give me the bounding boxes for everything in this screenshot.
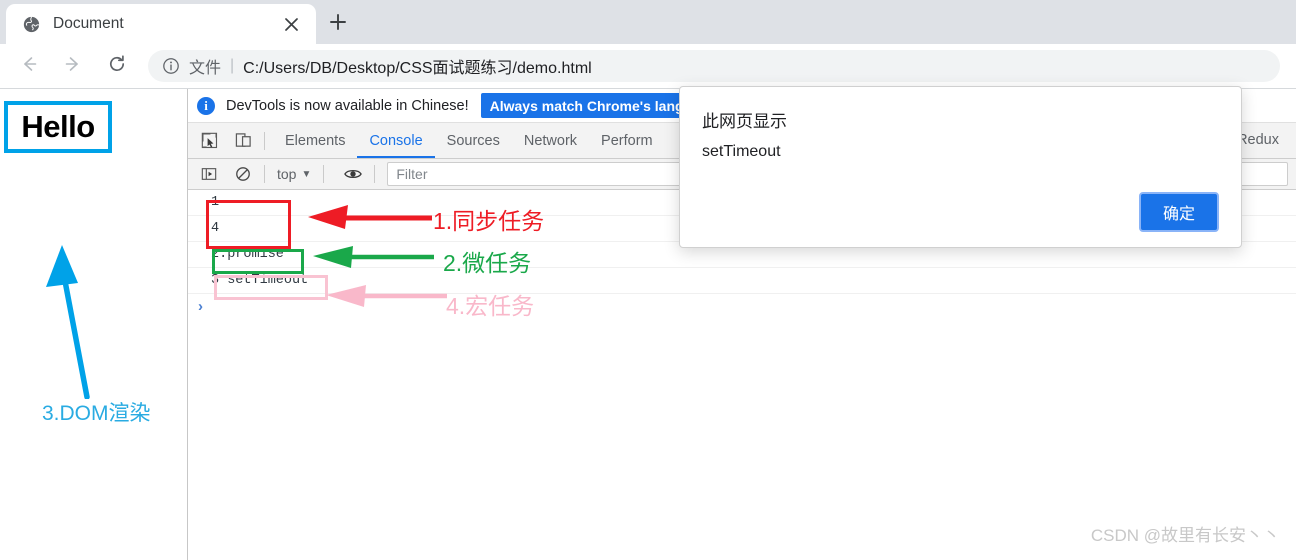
annotation-arrow-macrotask-icon xyxy=(326,282,448,313)
annotation-box-macrotask xyxy=(214,275,328,300)
plus-icon xyxy=(330,13,346,35)
toolbar-divider xyxy=(323,165,325,183)
tab-title: Document xyxy=(53,15,124,32)
dom-render-arrow-icon xyxy=(40,239,110,404)
annotation-label-sync: 1.同步任务 xyxy=(433,208,545,234)
watermark: CSDN @故里有长安丶丶 xyxy=(1090,526,1280,545)
inspect-element-icon[interactable] xyxy=(196,128,222,154)
console-sidebar-icon[interactable] xyxy=(196,161,222,187)
prompt-caret-icon: › xyxy=(198,298,203,315)
hello-text: Hello xyxy=(21,109,95,144)
console-context-selector[interactable]: top ▼ xyxy=(273,166,315,182)
tab-elements[interactable]: Elements xyxy=(273,124,357,158)
eye-icon[interactable] xyxy=(340,161,366,187)
console-context-label: top xyxy=(277,166,297,182)
reload-icon xyxy=(107,54,127,79)
arrow-left-icon xyxy=(19,54,39,79)
dom-render-annotation: 3.DOM渲染 xyxy=(42,402,151,425)
dialog-message: setTimeout xyxy=(702,143,781,160)
reload-button[interactable] xyxy=(100,49,134,83)
annotation-arrow-microtask-icon xyxy=(313,244,435,275)
browser-toolbar: 文件 | C:/Users/DB/Desktop/CSS面试题练习/demo.h… xyxy=(0,44,1296,89)
banner-text: DevTools is now available in Chinese! xyxy=(226,97,469,114)
toolbar-divider xyxy=(264,165,265,183)
info-circle-icon[interactable] xyxy=(162,57,180,75)
new-tab-button[interactable] xyxy=(322,8,354,40)
page-viewport: Hello 3.DOM渲染 xyxy=(0,89,188,560)
toolbar-divider xyxy=(264,131,265,150)
annotation-arrow-sync-icon xyxy=(308,204,433,237)
annotation-label-macrotask: 4.宏任务 xyxy=(446,293,535,319)
arrow-right-icon xyxy=(63,54,83,79)
globe-icon xyxy=(22,15,40,33)
file-scheme-label: 文件 xyxy=(189,60,222,77)
tab-strip: Document xyxy=(0,0,1296,44)
forward-button[interactable] xyxy=(56,49,90,83)
dialog-ok-button[interactable]: 确定 xyxy=(1139,192,1219,232)
clear-console-icon[interactable] xyxy=(230,161,256,187)
tab-sources[interactable]: Sources xyxy=(435,124,512,158)
address-bar-url: C:/Users/DB/Desktop/CSS面试题练习/demo.html xyxy=(243,60,592,77)
tab-console[interactable]: Console xyxy=(357,124,434,158)
annotation-label-microtask: 2.微任务 xyxy=(443,250,532,276)
browser-window: Document 文件 | C:/Users/DB/Desktop/CSS面试题… xyxy=(0,0,1296,560)
javascript-alert-dialog: 此网页显示 setTimeout 确定 xyxy=(679,86,1242,248)
hello-box: Hello xyxy=(4,101,112,153)
annotation-box-sync xyxy=(206,200,291,249)
close-icon[interactable] xyxy=(278,11,304,37)
annotation-box-microtask xyxy=(212,249,304,274)
info-circle-icon: i xyxy=(197,96,215,115)
omnibox-separator: | xyxy=(230,57,235,74)
match-chrome-language-button[interactable]: Always match Chrome's langu xyxy=(480,93,702,118)
filter-placeholder: Filter xyxy=(396,166,428,182)
dialog-title: 此网页显示 xyxy=(702,112,787,131)
chevron-down-icon: ▼ xyxy=(301,168,312,180)
browser-tab[interactable]: Document xyxy=(6,4,316,44)
back-button[interactable] xyxy=(12,49,46,83)
toolbar-divider xyxy=(374,165,376,183)
device-toolbar-icon[interactable] xyxy=(230,128,256,154)
tab-performance[interactable]: Perform xyxy=(589,124,665,158)
tab-network[interactable]: Network xyxy=(512,124,589,158)
address-bar[interactable]: 文件 | C:/Users/DB/Desktop/CSS面试题练习/demo.h… xyxy=(148,50,1280,82)
